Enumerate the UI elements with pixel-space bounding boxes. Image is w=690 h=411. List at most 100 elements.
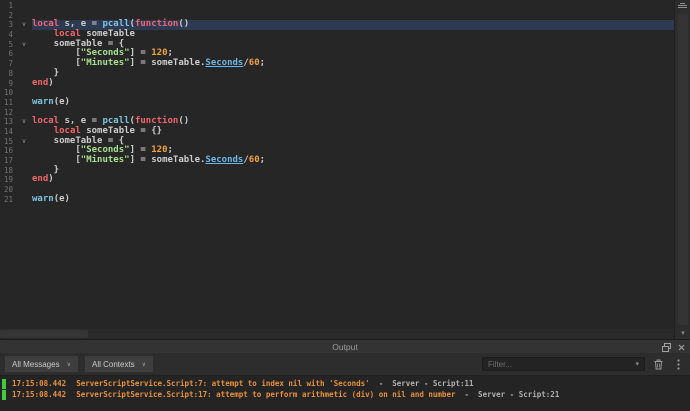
code-text[interactable]: ["Minutes"] = someTable.Seconds/60; [32, 59, 674, 69]
script-editor[interactable]: 123∨local s, e = pcall(function()4 local… [0, 0, 690, 339]
filter-dropdown-icon[interactable]: ▾ [635, 360, 639, 368]
line-number[interactable]: 18 [0, 166, 16, 176]
token-text: someTable = {} [81, 126, 162, 136]
output-toolbar: All Messages ∨ All Contexts ∨ ▾ [0, 353, 690, 376]
token-text: () [178, 19, 189, 29]
token-text: ) [48, 174, 53, 184]
vertical-scrollbar[interactable]: ▾ [674, 0, 690, 339]
close-icon[interactable] [677, 343, 686, 352]
token-text: [ [32, 155, 81, 165]
line-number[interactable]: 14 [0, 127, 16, 137]
line-number[interactable]: 15 [0, 137, 16, 147]
fold-chevron-icon[interactable]: ∨ [16, 40, 32, 50]
kebab-menu-icon[interactable] [672, 357, 685, 371]
token-text: someTable = { [32, 39, 124, 49]
token-text [32, 29, 54, 39]
token-number: 120 [151, 48, 167, 58]
output-log-row[interactable]: 17:15:08.442ServerScriptService.Script:7… [0, 378, 690, 389]
token-text: ; [260, 155, 265, 165]
code-text[interactable] [32, 1, 674, 11]
output-header: Output [0, 339, 690, 353]
code-line: 18 } [0, 166, 674, 176]
token-keyword: local [54, 126, 81, 136]
token-text: ; [168, 145, 173, 155]
fold-chevron-icon[interactable]: ∨ [16, 137, 32, 147]
output-log-row[interactable]: 17:15:08.442ServerScriptService.Script:1… [0, 389, 690, 400]
code-text[interactable]: warn(e) [32, 98, 674, 108]
line-number[interactable]: 21 [0, 195, 16, 205]
line-number[interactable]: 7 [0, 59, 16, 69]
log-source: - Server - Script:11 [370, 378, 474, 389]
code-text[interactable]: end) [32, 79, 674, 89]
line-number[interactable]: 9 [0, 79, 16, 89]
fold-chevron-icon[interactable]: ∨ [16, 20, 32, 30]
token-builtin: warn [32, 97, 54, 107]
token-text: } [32, 68, 59, 78]
code-line: 21 warn(e) [0, 195, 674, 205]
code-line: 20 [0, 185, 674, 195]
horizontal-scrollbar[interactable] [0, 329, 674, 339]
token-number: 120 [151, 145, 167, 155]
code-text[interactable]: local someTable [32, 30, 674, 40]
fold-gutter-spacer [16, 30, 32, 40]
token-text: ; [260, 58, 265, 68]
fold-gutter-spacer [16, 98, 32, 108]
line-number[interactable]: 4 [0, 30, 16, 40]
scroll-down-arrow-icon[interactable]: ▾ [675, 329, 690, 338]
code-line: 1 [0, 1, 674, 11]
token-text: [ [32, 58, 81, 68]
token-string: "Seconds" [81, 145, 130, 155]
token-keyword: function [135, 116, 178, 126]
line-number[interactable]: 20 [0, 185, 16, 195]
code-text[interactable]: end) [32, 175, 674, 185]
horizontal-scrollbar-thumb[interactable] [0, 330, 88, 338]
vertical-scrollbar-thumb[interactable] [678, 14, 688, 325]
token-string: "Minutes" [81, 58, 130, 68]
filter-input[interactable] [488, 360, 635, 369]
line-number[interactable]: 6 [0, 49, 16, 59]
token-string: "Minutes" [81, 155, 130, 165]
code-text[interactable]: local someTable = {} [32, 127, 674, 137]
code-lines-container: 123∨local s, e = pcall(function()4 local… [0, 1, 674, 204]
line-number[interactable]: 5 [0, 40, 16, 50]
log-message: ServerScriptService.Script:7: attempt to… [76, 378, 370, 389]
fold-gutter-spacer [16, 146, 32, 156]
token-keyword: local [32, 116, 59, 126]
all-messages-dropdown[interactable]: All Messages ∨ [5, 356, 78, 372]
fold-gutter-spacer [16, 1, 32, 11]
line-number[interactable]: 16 [0, 146, 16, 156]
code-text[interactable]: ["Minutes"] = someTable.Seconds/60; [32, 156, 674, 166]
code-text[interactable] [32, 185, 674, 195]
token-builtin: pcall [102, 116, 129, 126]
line-number[interactable]: 12 [0, 108, 16, 118]
line-number[interactable]: 13 [0, 117, 16, 127]
code-text[interactable]: warn(e) [32, 195, 674, 205]
fold-chevron-icon[interactable]: ∨ [16, 117, 32, 127]
token-text: (e) [54, 194, 70, 204]
line-number[interactable]: 17 [0, 156, 16, 166]
float-window-icon[interactable] [662, 343, 671, 352]
scrollbar-menu-icon[interactable] [678, 3, 687, 10]
token-text: ) [48, 78, 53, 88]
line-number[interactable]: 1 [0, 1, 16, 11]
line-number[interactable]: 8 [0, 69, 16, 79]
fold-gutter-spacer [16, 49, 32, 59]
token-text: [ [32, 145, 81, 155]
code-text[interactable]: } [32, 166, 674, 176]
filter-input-box[interactable]: ▾ [482, 357, 645, 371]
chevron-down-icon: ∨ [67, 361, 71, 368]
token-text: (e) [54, 97, 70, 107]
fold-gutter-spacer [16, 59, 32, 69]
line-number[interactable]: 2 [0, 11, 16, 21]
line-number[interactable]: 3 [0, 20, 16, 30]
line-number[interactable]: 19 [0, 175, 16, 185]
line-number[interactable]: 11 [0, 98, 16, 108]
code-text[interactable]: } [32, 69, 674, 79]
line-number[interactable]: 10 [0, 88, 16, 98]
token-text: () [178, 116, 189, 126]
log-status-marker [2, 379, 6, 389]
all-contexts-dropdown[interactable]: All Contexts ∨ [85, 356, 153, 372]
code-text[interactable] [32, 88, 674, 98]
clear-output-trash-icon[interactable] [652, 357, 665, 371]
token-text: } [32, 165, 59, 175]
